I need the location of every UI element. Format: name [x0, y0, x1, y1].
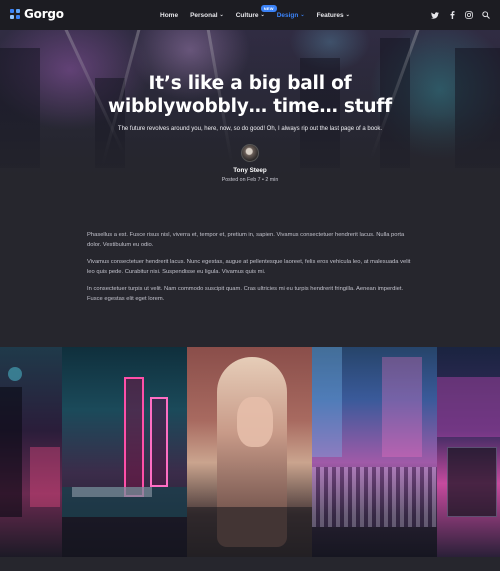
post-content: Phasellus a est. Fusce risus nisl, viver…: [87, 230, 417, 311]
nav-item-home[interactable]: Home: [160, 12, 178, 19]
post-title: It’s like a big ball of wibblywobbly… ti…: [0, 72, 500, 118]
twitter-icon[interactable]: [431, 11, 439, 19]
nav-item-design[interactable]: Design ⌄: [277, 12, 305, 19]
new-badge: NEW: [260, 4, 277, 12]
facebook-icon[interactable]: [448, 11, 456, 19]
gallery-image-neon-signs[interactable]: [62, 347, 187, 557]
nav-item-label: Design: [276, 11, 299, 19]
nav-item-label: Home: [160, 11, 179, 19]
author-avatar[interactable]: [241, 144, 259, 162]
nav-item-features[interactable]: Features ⌄: [317, 12, 350, 19]
nav-item-label: Culture: [235, 11, 259, 19]
chevron-down-icon: ⌄: [300, 12, 305, 18]
nav-item-culture[interactable]: NEW Culture ⌄: [235, 4, 277, 19]
chevron-down-icon: ⌄: [260, 12, 265, 18]
post-subtitle: The future revolves around you, here, no…: [117, 126, 383, 132]
gallery-image-portrait[interactable]: [187, 347, 312, 557]
chevron-down-icon: ⌄: [219, 12, 224, 18]
image-gallery: [0, 347, 500, 557]
social-links: [431, 0, 490, 30]
paragraph: Vivamus consectetuer hendrerit lacus. Nu…: [87, 259, 411, 275]
gallery-image-crowd-crossing[interactable]: [312, 347, 437, 557]
brand-logo[interactable]: Gorgo: [10, 7, 64, 21]
search-icon[interactable]: [482, 11, 490, 19]
post-title-line-2: wibblywobbly… time… stuff: [107, 96, 393, 117]
main-nav: Home Personal ⌄ NEW Culture ⌄ Design ⌄ F…: [160, 0, 362, 30]
site-header: Gorgo Home Personal ⌄ NEW Culture ⌄ Desi…: [0, 0, 500, 30]
nav-item-label: Features: [316, 11, 344, 19]
chevron-down-icon: ⌄: [345, 12, 350, 18]
paragraph: In consectetuer turpis ut velit. Nam com…: [87, 286, 404, 302]
post-title-line-1: It’s like a big ball of: [148, 73, 352, 94]
nav-item-label: Personal: [190, 11, 218, 19]
gallery-image-neon-tram[interactable]: [437, 347, 500, 557]
paragraph: Phasellus a est. Fusce risus nisl, viver…: [87, 232, 405, 248]
nav-item-personal[interactable]: Personal ⌄: [190, 12, 224, 19]
author-name[interactable]: Tony Steep: [0, 167, 500, 174]
post-meta: Posted on Feb 7 • 2 min: [221, 177, 279, 183]
logo-mark-icon: [10, 9, 20, 19]
gallery-image-neon-alley[interactable]: [0, 347, 62, 557]
brand-name: Gorgo: [24, 7, 64, 21]
page-footer-strip: [0, 557, 500, 571]
instagram-icon[interactable]: [465, 11, 473, 19]
